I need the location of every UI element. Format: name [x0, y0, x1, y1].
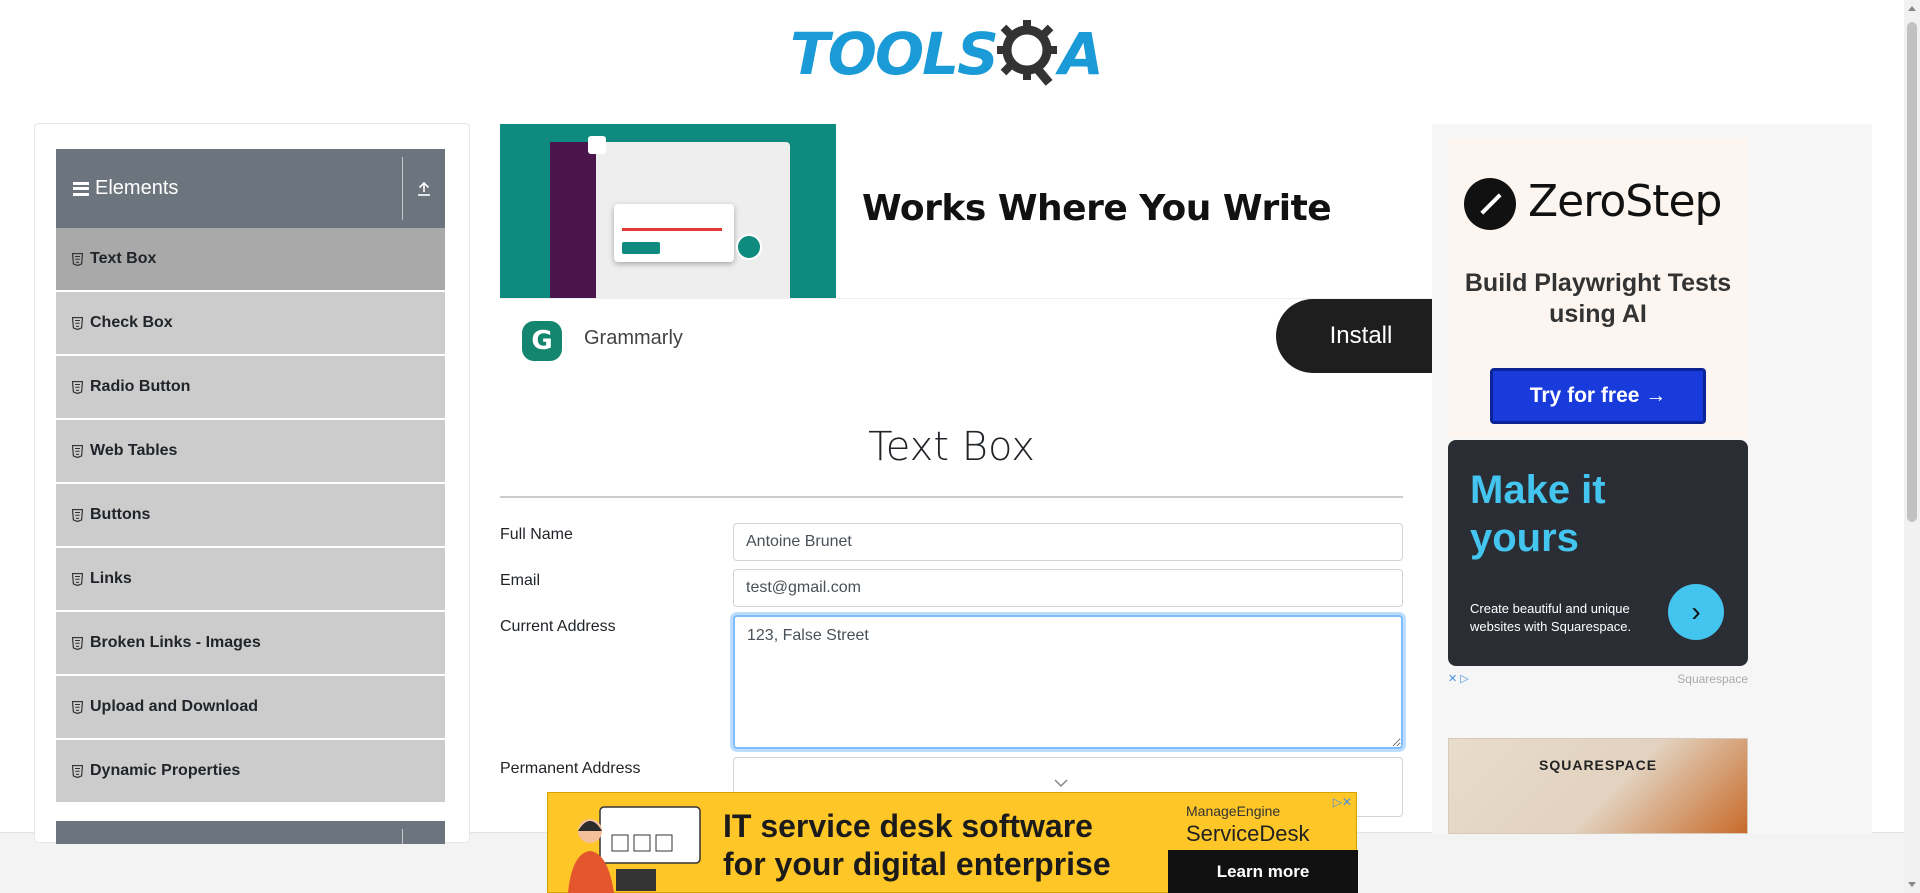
html5-icon — [72, 508, 83, 522]
learn-more-button[interactable]: Learn more — [1168, 850, 1358, 893]
adchoices-icon[interactable]: ▷✕ — [1333, 795, 1352, 809]
header-divider — [402, 157, 403, 220]
ad-bottom-headline: IT service desk software for your digita… — [723, 808, 1111, 882]
sidebar-item-label: Links — [90, 570, 132, 587]
grammarly-logo-icon: G — [522, 321, 562, 361]
squarespace-subtext: Create beautiful and unique websites wit… — [1470, 601, 1632, 634]
collapse-icon[interactable] — [415, 179, 433, 197]
zerostep-logo-icon — [1464, 178, 1516, 230]
ad-footer: ✕ ▷ Squarespace — [1448, 672, 1748, 686]
ad-advertiser: Squarespace — [1677, 672, 1748, 686]
ad-squarespace[interactable]: Make it yours Create beautiful and uniqu… — [1448, 440, 1748, 666]
html5-icon — [72, 252, 83, 266]
toolsqa-logo[interactable]: TOOLS A — [790, 14, 1104, 94]
scroll-down-icon[interactable] — [1908, 882, 1916, 887]
menu-icon — [73, 181, 89, 196]
sidebar-item-label: Web Tables — [90, 442, 178, 459]
page-scrollbar[interactable] — [1904, 0, 1920, 893]
sidebar-item-web-tables[interactable]: Web Tables — [56, 420, 445, 484]
sidebar-item-label: Upload and Download — [90, 698, 258, 715]
sidebar-item-label: Broken Links - Images — [90, 634, 261, 651]
html5-icon — [72, 636, 83, 650]
permanent-address-label: Permanent Address — [500, 760, 641, 777]
sidebar-item-links[interactable]: Links — [56, 548, 445, 612]
email-label: Email — [500, 572, 541, 589]
sidebar-item-label: Buttons — [90, 506, 151, 523]
html5-icon — [72, 380, 83, 394]
sidebar-item-label: Check Box — [90, 314, 173, 331]
ad-bottom-brand: ManageEngine — [1186, 803, 1281, 819]
html5-icon — [72, 572, 83, 586]
sidebar-item-label: Dynamic Properties — [90, 762, 241, 779]
gear-icon — [996, 20, 1057, 86]
sidebar: Elements Text Box Check Box Radio Button — [34, 123, 470, 844]
scroll-up-icon[interactable] — [1908, 6, 1916, 11]
ad-banner-bottom[interactable]: IT service desk software for your digita… — [547, 792, 1358, 893]
full-name-label: Full Name — [500, 526, 573, 543]
zerostep-name: ZeroStep — [1528, 176, 1722, 227]
sidebar-group-elements[interactable]: Elements — [56, 149, 445, 228]
sidebar-group-title: Elements — [95, 177, 179, 199]
html5-icon — [72, 444, 83, 458]
scrollbar-thumb[interactable] — [1907, 22, 1917, 522]
chevron-down-icon — [1054, 779, 1068, 788]
sidebar-item-buttons[interactable]: Buttons — [56, 484, 445, 548]
zerostep-tagline: Build Playwright Tests using AI — [1464, 269, 1732, 328]
html5-icon — [72, 316, 83, 330]
sidebar-item-check-box[interactable]: Check Box — [56, 292, 445, 356]
ad-screenshot — [550, 142, 790, 298]
sidebar-item-label: Radio Button — [90, 378, 191, 395]
sidebar-item-text-box[interactable]: Text Box — [56, 228, 445, 292]
sidebar-item-radio-button[interactable]: Radio Button — [56, 356, 445, 420]
email-input[interactable] — [733, 569, 1403, 607]
ad-banner-grammarly[interactable]: Works Where You Write G Grammarly Instal… — [500, 124, 1446, 374]
ad-brand: Grammarly — [584, 327, 683, 349]
html5-icon — [72, 764, 83, 778]
ad-sidebar-right: ZeroStep Build Playwright Tests using AI… — [1432, 124, 1872, 834]
sidebar-item-label: Text Box — [90, 250, 157, 267]
sidebar-item-dynamic-properties[interactable]: Dynamic Properties — [56, 740, 445, 804]
current-address-label: Current Address — [500, 618, 616, 635]
sidebar-item-broken-links[interactable]: Broken Links - Images — [56, 612, 445, 676]
sidebar-item-upload-download[interactable]: Upload and Download — [56, 676, 445, 740]
html5-icon — [72, 700, 83, 714]
full-name-input[interactable] — [733, 523, 1403, 561]
squarespace-brand: SQUARESPACE — [1539, 757, 1658, 773]
page: TOOLS A Elements Text Box Check Box Radi… — [0, 0, 1920, 893]
sidebar-group-next[interactable] — [56, 821, 445, 844]
adchoices-icon[interactable]: ✕ ▷ — [1448, 672, 1478, 686]
current-address-textarea[interactable]: 123, False Street — [733, 615, 1403, 749]
ad-zerostep[interactable]: ZeroStep Build Playwright Tests using AI… — [1448, 138, 1748, 438]
support-agent-illustration — [568, 806, 701, 893]
page-title: Text Box — [868, 424, 1035, 470]
squarespace-headline: Make it yours — [1470, 468, 1606, 560]
ad-squarespace-banner[interactable]: SQUARESPACE — [1448, 738, 1748, 834]
install-button[interactable]: Install — [1276, 299, 1446, 373]
slack-icon — [588, 136, 606, 154]
ad-footer: G Grammarly Install — [500, 298, 1446, 374]
ad-image — [500, 124, 836, 298]
ad-headline: Works Where You Write — [862, 188, 1332, 229]
logo-text: TOOLS — [790, 20, 999, 88]
sidebar-menu: Text Box Check Box Radio Button Web Tabl… — [56, 228, 445, 804]
title-divider — [500, 496, 1403, 498]
try-for-free-button[interactable]: Try for free → — [1490, 368, 1706, 424]
logo-text-end: A — [1058, 20, 1104, 88]
arrow-right-icon[interactable]: › — [1668, 584, 1724, 640]
header-divider — [402, 829, 403, 844]
